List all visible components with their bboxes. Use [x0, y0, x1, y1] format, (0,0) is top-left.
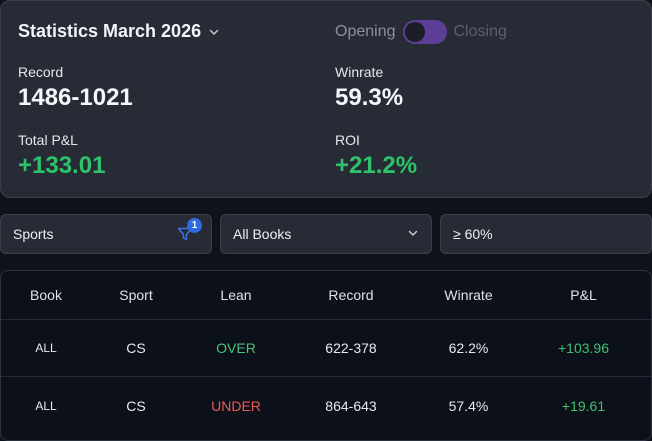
winrate-label: Winrate	[335, 64, 384, 80]
table-row[interactable]: ALL CS OVER 622-378 62.2% +103.96	[1, 320, 651, 377]
column-header-lean[interactable]: Lean	[181, 287, 291, 303]
statistics-period-selector[interactable]: Statistics March 2026	[18, 21, 220, 42]
cell-lean: UNDER	[211, 397, 261, 414]
column-header-book[interactable]: Book	[1, 287, 91, 303]
cell-pnl: +103.96	[558, 340, 609, 356]
books-select-value: All Books	[233, 226, 292, 242]
sports-filter-label: Sports	[13, 226, 54, 242]
cell-pnl: +19.61	[561, 397, 606, 414]
roi-value: +21.2%	[335, 152, 418, 179]
table-row[interactable]: ALL CS UNDER 864-643 57.4% +19.61	[1, 377, 651, 434]
record-label: Record	[18, 64, 64, 80]
winrate-value: 59.3%	[335, 84, 404, 111]
column-header-winrate[interactable]: Winrate	[411, 287, 526, 303]
opening-label[interactable]: Opening	[335, 23, 396, 41]
cell-sport: CS	[126, 397, 146, 414]
cell-record: 864-643	[325, 397, 377, 414]
winrate-filter[interactable]: ≥ 60%	[440, 214, 652, 254]
cell-book: ALL	[35, 398, 57, 413]
cell-winrate: 62.2%	[448, 340, 489, 356]
column-header-sport[interactable]: Sport	[91, 287, 181, 303]
cell-lean: OVER	[216, 340, 256, 356]
cell-record: 622-378	[325, 340, 377, 356]
record-value: 1486-1021	[18, 84, 133, 111]
books-select[interactable]: All Books	[220, 214, 432, 254]
winrate-filter-value: ≥ 60%	[453, 226, 493, 242]
cell-winrate: 57.4%	[448, 397, 489, 414]
table-header-row: Book Sport Lean Record Winrate P&L	[1, 271, 651, 320]
results-table: Book Sport Lean Record Winrate P&L ALL C…	[0, 270, 652, 441]
cell-book: ALL	[35, 341, 57, 355]
column-header-record[interactable]: Record	[291, 287, 411, 303]
pnl-label: Total P&L	[18, 132, 78, 148]
chevron-down-icon	[407, 226, 419, 242]
sports-filter[interactable]: Sports 1	[0, 214, 212, 254]
column-header-pnl[interactable]: P&L	[526, 287, 641, 303]
opening-closing-switch[interactable]	[402, 20, 447, 44]
cell-sport: CS	[126, 340, 146, 356]
statistics-title: Statistics March 2026	[18, 21, 202, 41]
closing-label[interactable]: Closing	[454, 23, 507, 41]
opening-closing-toggle: Opening Closing	[335, 19, 507, 45]
pnl-value: +133.01	[18, 152, 106, 179]
chevron-down-icon	[208, 26, 220, 38]
statistics-card: Statistics March 2026 Opening Closing Re…	[0, 0, 652, 198]
roi-label: ROI	[335, 132, 360, 148]
filter-count-badge: 1	[187, 218, 202, 233]
switch-knob	[404, 22, 425, 42]
